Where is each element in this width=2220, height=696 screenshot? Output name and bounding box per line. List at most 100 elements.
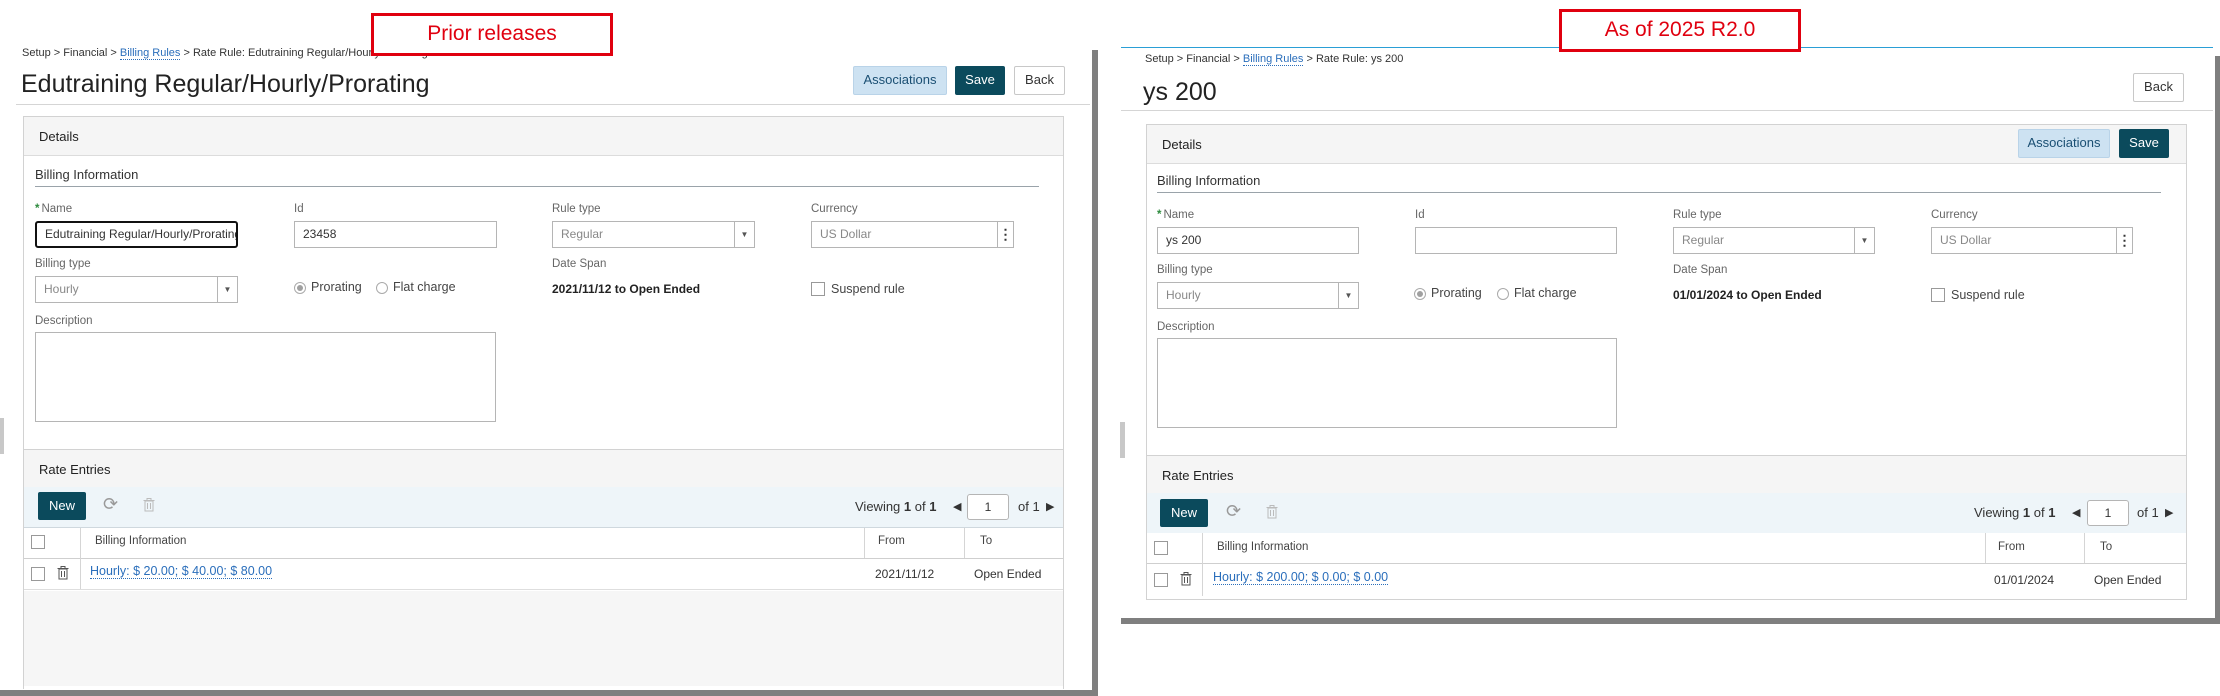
- viewing-word: Viewing: [1974, 505, 2020, 520]
- date-span-label: Date Span: [1673, 264, 1728, 276]
- rate-entries-title: Rate Entries: [1162, 468, 1234, 483]
- prorating-radio[interactable]: [294, 282, 306, 294]
- back-button[interactable]: Back: [1014, 66, 1065, 95]
- section-divider: [35, 186, 1039, 187]
- trash-icon[interactable]: [57, 566, 69, 580]
- rate-entry-link[interactable]: Hourly: $ 20.00; $ 40.00; $ 80.00: [90, 564, 273, 579]
- collapse-handle[interactable]: [1120, 422, 1125, 458]
- column-billing-info[interactable]: Billing Information: [95, 535, 186, 547]
- prorating-label: Prorating: [1431, 286, 1482, 300]
- breadcrumb-financial[interactable]: Financial: [1186, 53, 1230, 65]
- billing-info-heading: Billing Information: [1157, 173, 1261, 188]
- billing-type-select[interactable]: Hourly ▼: [35, 276, 238, 303]
- currency-select[interactable]: US Dollar ⋮: [1931, 227, 2133, 254]
- description-textarea[interactable]: [1157, 338, 1617, 428]
- id-label: Id: [294, 203, 304, 215]
- back-button[interactable]: Back: [2133, 73, 2184, 102]
- prev-page-icon[interactable]: ◀: [2072, 506, 2080, 519]
- details-title: Details: [1162, 137, 1202, 152]
- trash-icon[interactable]: [1180, 572, 1192, 586]
- column-billing-info[interactable]: Billing Information: [1217, 541, 1308, 553]
- new-button[interactable]: New: [1160, 499, 1208, 527]
- rate-entry-link[interactable]: Hourly: $ 200.00; $ 0.00; $ 0.00: [1213, 570, 1389, 585]
- viewing-status: Viewing 1 of 1: [1974, 505, 2055, 520]
- column-to[interactable]: To: [2100, 541, 2112, 553]
- new-button[interactable]: New: [38, 492, 86, 520]
- page-input[interactable]: 1: [2087, 500, 2129, 526]
- column-to[interactable]: To: [980, 535, 992, 547]
- billing-type-value: Hourly: [1166, 288, 1201, 302]
- title-divider: [16, 104, 1090, 105]
- details-title: Details: [39, 129, 79, 144]
- select-all-checkbox[interactable]: [1154, 541, 1168, 555]
- panel-shadow: [2215, 56, 2220, 624]
- breadcrumb-billing-rules[interactable]: Billing Rules: [1242, 53, 1304, 66]
- column-divider: [1985, 533, 1986, 563]
- prorating-label: Prorating: [311, 280, 362, 294]
- flat-charge-label: Flat charge: [393, 280, 456, 294]
- rate-entry-from: 01/01/2024: [1994, 573, 2055, 587]
- more-options-icon[interactable]: ⋮: [997, 222, 1013, 247]
- column-from[interactable]: From: [878, 535, 905, 547]
- prev-page-icon[interactable]: ◀: [953, 500, 961, 513]
- trash-icon[interactable]: [1266, 505, 1278, 519]
- suspend-rule-checkbox[interactable]: [1931, 288, 1945, 302]
- panel-shadow: [1092, 50, 1098, 696]
- id-input[interactable]: [1415, 227, 1617, 254]
- row-checkbox[interactable]: [31, 567, 45, 581]
- rule-type-value: Regular: [1682, 233, 1725, 247]
- save-button[interactable]: Save: [2119, 129, 2169, 158]
- more-options-icon[interactable]: ⋮: [2116, 228, 2132, 253]
- rate-entries-header[interactable]: Rate Entries: [24, 450, 1063, 489]
- name-input[interactable]: ys 200: [1157, 227, 1359, 254]
- suspend-rule-label: Suspend rule: [1951, 288, 2025, 302]
- next-page-icon[interactable]: ▶: [2165, 506, 2173, 519]
- billing-type-value: Hourly: [44, 282, 79, 296]
- rule-type-select[interactable]: Regular ▼: [552, 221, 755, 248]
- rule-type-select[interactable]: Regular ▼: [1673, 227, 1875, 254]
- refresh-icon[interactable]: ⟳: [1226, 501, 1241, 522]
- page-input[interactable]: 1: [967, 494, 1009, 520]
- id-input[interactable]: 23458: [294, 221, 497, 248]
- date-span-value: 2021/11/12 to Open Ended: [552, 282, 701, 296]
- save-button[interactable]: Save: [955, 66, 1005, 95]
- breadcrumb-current: Rate Rule: ys 200: [1315, 53, 1404, 65]
- breadcrumb-setup[interactable]: Setup: [22, 47, 51, 59]
- trash-icon[interactable]: [143, 498, 155, 512]
- suspend-rule-checkbox[interactable]: [811, 282, 825, 296]
- billing-type-select[interactable]: Hourly ▼: [1157, 282, 1359, 309]
- flat-charge-radio[interactable]: [376, 282, 388, 294]
- associations-button[interactable]: Associations: [2018, 129, 2110, 158]
- flat-charge-radio[interactable]: [1497, 288, 1509, 300]
- rate-entries-title: Rate Entries: [39, 462, 111, 477]
- associations-button[interactable]: Associations: [853, 66, 947, 95]
- column-from[interactable]: From: [1998, 541, 2025, 553]
- name-label: * Name: [1157, 209, 1195, 221]
- rate-entries-header[interactable]: Rate Entries: [1147, 456, 2186, 495]
- details-header[interactable]: Details: [24, 117, 1063, 156]
- breadcrumb-financial[interactable]: Financial: [63, 47, 107, 59]
- description-textarea[interactable]: [35, 332, 496, 422]
- breadcrumb-billing-rules[interactable]: Billing Rules: [119, 47, 181, 60]
- currency-value: US Dollar: [1940, 233, 1992, 247]
- select-all-checkbox[interactable]: [31, 535, 45, 549]
- breadcrumb-setup[interactable]: Setup: [1145, 53, 1174, 65]
- name-input[interactable]: Edutraining Regular/Hourly/Prorating: [35, 221, 238, 248]
- title-divider: [1121, 110, 2213, 111]
- collapse-handle[interactable]: [0, 418, 4, 454]
- prorating-radio[interactable]: [1414, 288, 1426, 300]
- panel-shadow: [1121, 618, 2220, 624]
- rate-entry-from: 2021/11/12: [875, 567, 935, 581]
- refresh-icon[interactable]: ⟳: [103, 494, 118, 515]
- next-page-icon[interactable]: ▶: [1046, 500, 1054, 513]
- name-label: * Name: [35, 203, 73, 215]
- flat-charge-label: Flat charge: [1514, 286, 1577, 300]
- billing-type-label: Billing type: [1157, 264, 1213, 276]
- viewing-status: Viewing 1 of 1: [855, 499, 936, 514]
- description-label: Description: [35, 315, 93, 327]
- currency-select[interactable]: US Dollar ⋮: [811, 221, 1014, 248]
- rate-entry-to: Open Ended: [2094, 573, 2162, 587]
- row-checkbox[interactable]: [1154, 573, 1168, 587]
- viewing-total: 1: [929, 499, 937, 514]
- page-of-total: of 1: [2137, 505, 2159, 520]
